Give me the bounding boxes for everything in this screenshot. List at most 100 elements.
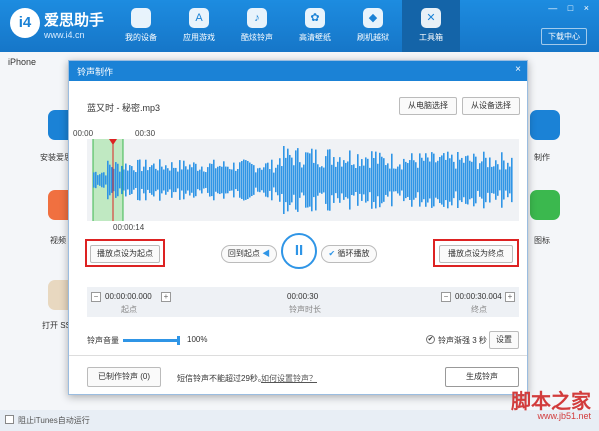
made-ringtones-button[interactable]: 已制作铃声 (0) bbox=[87, 367, 161, 387]
volume-slider[interactable] bbox=[123, 336, 180, 345]
waveform-bar bbox=[337, 161, 339, 199]
waveform-bar bbox=[169, 170, 171, 190]
window-controls[interactable]: — □ × bbox=[548, 3, 593, 13]
waveform-bar bbox=[249, 162, 251, 198]
waveform-bar bbox=[413, 160, 415, 200]
nav-ringtones[interactable]: ♪ 酷炫铃声 bbox=[228, 0, 286, 52]
waveform-bar bbox=[301, 167, 303, 193]
back-arrow-icon: ◀ bbox=[262, 249, 271, 258]
waveform-bar bbox=[197, 170, 199, 190]
waveform-bar bbox=[217, 166, 219, 194]
waveform-bar bbox=[417, 167, 419, 193]
waveform-bar bbox=[383, 158, 385, 202]
waveform-bar bbox=[95, 171, 97, 189]
side-label: 制作 bbox=[534, 153, 550, 162]
brand-name: 爱思助手 bbox=[44, 12, 105, 29]
waveform-area[interactable] bbox=[87, 139, 519, 221]
waveform-bar bbox=[281, 166, 283, 194]
how-to-set-link[interactable]: 如何设置铃声？ bbox=[261, 373, 317, 384]
pause-button[interactable]: II bbox=[281, 233, 317, 269]
waveform-bar bbox=[311, 148, 313, 212]
close-icon[interactable]: × bbox=[515, 64, 521, 75]
waveform-bar bbox=[209, 163, 211, 197]
waveform-bar bbox=[199, 169, 201, 191]
end-plus-button[interactable]: + bbox=[505, 292, 515, 302]
nav-label: 刷机越狱 bbox=[357, 33, 389, 42]
waveform-bar bbox=[269, 169, 271, 191]
loop-play-toggle[interactable]: ✔ 循环播放 bbox=[321, 245, 377, 263]
waveform-bar bbox=[469, 160, 471, 200]
start-time-value[interactable]: 00:00:00.000 bbox=[105, 292, 152, 301]
waveform-bar bbox=[341, 166, 343, 194]
back-to-start-button[interactable]: 回到起点 ◀ bbox=[221, 245, 277, 263]
waveform-bar bbox=[163, 169, 165, 191]
waveform-bar bbox=[255, 172, 257, 188]
nav-my-device[interactable]: 我的设备 bbox=[112, 0, 170, 52]
nav-apps-games[interactable]: A 应用游戏 bbox=[170, 0, 228, 52]
icon-tool-icon[interactable] bbox=[530, 190, 560, 220]
waveform-bar bbox=[221, 166, 223, 194]
side-label: 图标 bbox=[534, 236, 550, 245]
nav-label: 酷炫铃声 bbox=[241, 33, 273, 42]
end-minus-button[interactable]: − bbox=[441, 292, 451, 302]
settings-button[interactable]: 设置 bbox=[489, 331, 519, 349]
waveform-bar bbox=[295, 150, 297, 210]
fade-in-checkbox[interactable]: ✔ bbox=[426, 335, 435, 344]
nav-wallpapers[interactable]: ✿ 高清壁纸 bbox=[286, 0, 344, 52]
waveform-bar bbox=[195, 163, 197, 197]
waveform-bar bbox=[427, 157, 429, 203]
waveform-bar bbox=[243, 159, 245, 201]
waveform-bar bbox=[141, 171, 143, 189]
waveform-bar bbox=[161, 166, 163, 194]
waveform-bar bbox=[225, 166, 227, 194]
set-end-button[interactable]: 播放点设为终点 bbox=[439, 245, 513, 263]
waveform-bar bbox=[345, 162, 347, 198]
waveform-bar bbox=[133, 170, 135, 190]
nav-flash-jailbreak[interactable]: ◆ 刷机越狱 bbox=[344, 0, 402, 52]
from-computer-button[interactable]: 从电脑选择 bbox=[399, 97, 457, 115]
download-center-button[interactable]: 下载中心 bbox=[541, 28, 587, 45]
waveform-bar bbox=[285, 157, 287, 203]
check-icon: ✔ bbox=[328, 249, 336, 258]
waveform-bar bbox=[421, 157, 423, 203]
ringtone-tool-icon[interactable] bbox=[530, 110, 560, 140]
end-label: 终点 bbox=[471, 305, 487, 314]
waveform-bar bbox=[177, 171, 179, 189]
ringtone-maker-dialog: 铃声制作 × 蓝又时 - 秘密.mp3 从电脑选择 从设备选择 00:00 00… bbox=[68, 60, 528, 395]
side-label: 打开 SS bbox=[42, 321, 71, 330]
waveform-bar bbox=[155, 168, 157, 192]
waveform-bar bbox=[435, 162, 437, 198]
tools-icon: ✕ bbox=[421, 8, 441, 28]
waveform-bar bbox=[471, 161, 473, 199]
start-minus-button[interactable]: − bbox=[91, 292, 101, 302]
waveform-bar bbox=[307, 152, 309, 208]
waveform-bar bbox=[339, 157, 341, 203]
waveform-bar bbox=[429, 161, 431, 199]
waveform-bar bbox=[103, 172, 105, 188]
waveform-bar bbox=[333, 157, 335, 203]
set-start-button[interactable]: 播放点设为起点 bbox=[90, 245, 160, 263]
waveform-bar bbox=[473, 153, 475, 207]
waveform-bar bbox=[279, 158, 281, 202]
block-itunes-checkbox[interactable] bbox=[5, 415, 14, 424]
start-plus-button[interactable]: + bbox=[161, 292, 171, 302]
waveform-bar bbox=[497, 164, 499, 196]
nav-toolbox[interactable]: ✕ 工具箱 bbox=[402, 0, 460, 52]
divider bbox=[69, 355, 527, 356]
waveform-bar bbox=[219, 165, 221, 195]
tab-iphone[interactable]: iPhone bbox=[8, 57, 36, 67]
waveform-bar bbox=[153, 163, 155, 197]
timeline-start-label: 00:00 bbox=[73, 129, 94, 138]
waveform-bar bbox=[315, 149, 317, 211]
end-time-value[interactable]: 00:00:30.004 bbox=[455, 292, 502, 301]
waveform-bar bbox=[367, 158, 369, 202]
waveform-bar bbox=[297, 148, 299, 212]
generate-ringtone-button[interactable]: 生成铃声 bbox=[445, 367, 519, 387]
appstore-icon: A bbox=[189, 8, 209, 28]
from-device-button[interactable]: 从设备选择 bbox=[462, 97, 520, 115]
waveform-bar bbox=[371, 151, 373, 209]
waveform-bar bbox=[381, 156, 383, 204]
waveform-bar bbox=[375, 151, 377, 209]
waveform-bar bbox=[377, 163, 379, 197]
volume-knob[interactable] bbox=[177, 336, 180, 345]
